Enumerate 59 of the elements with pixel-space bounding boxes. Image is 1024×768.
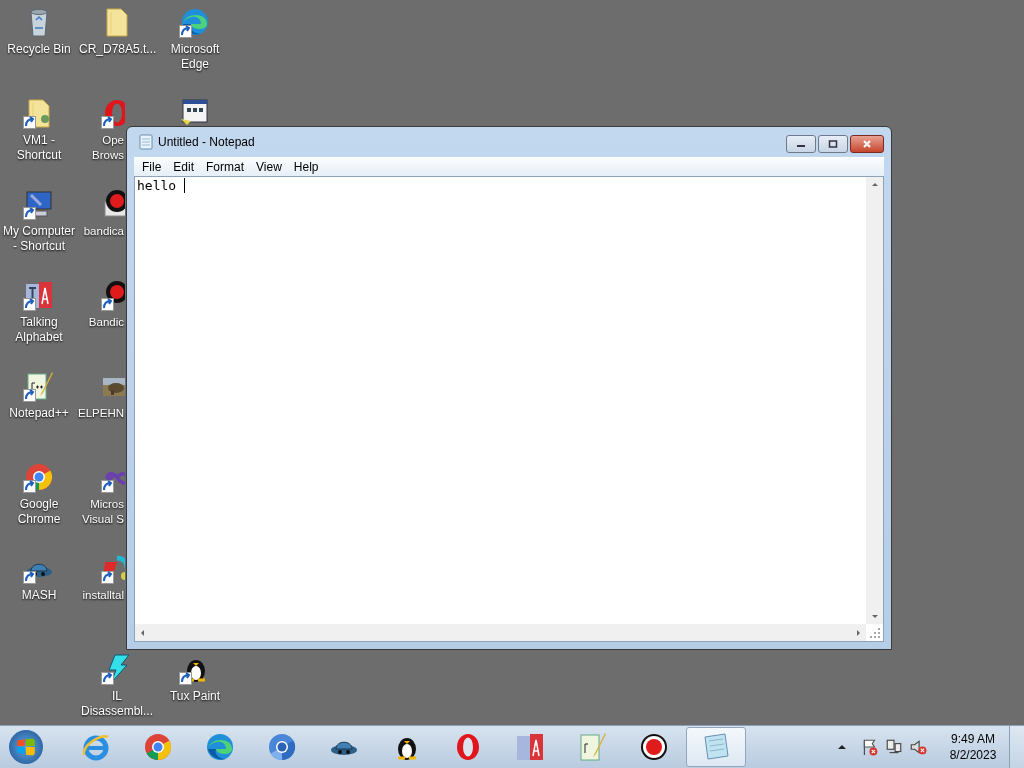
maximize-button[interactable] [818, 135, 848, 153]
horizontal-scrollbar[interactable] [135, 624, 866, 641]
close-icon [862, 140, 872, 148]
record-icon [638, 731, 670, 763]
computer-icon[interactable] [23, 188, 55, 220]
program-window-icon[interactable] [179, 97, 211, 125]
scroll-down-icon[interactable] [870, 614, 879, 620]
lightning-icon[interactable] [101, 653, 133, 685]
icon-label: installtal [81, 588, 124, 603]
window-title: Untitled - Notepad [158, 135, 255, 149]
minimize-button[interactable] [786, 135, 816, 153]
icon-label: bandica [82, 224, 124, 239]
resize-grip-icon[interactable] [869, 627, 881, 639]
notepad-pen-icon[interactable] [23, 370, 55, 402]
chromium-icon [266, 731, 298, 763]
icon-label: Microsoft Edge [169, 42, 221, 72]
menu-item[interactable]: Edit [167, 159, 201, 174]
icon-label: MASH [20, 588, 58, 603]
icon-label: Notepad++ [8, 406, 70, 421]
scroll-left-icon[interactable] [139, 628, 145, 637]
scroll-right-icon[interactable] [856, 628, 862, 637]
edge-icon[interactable] [179, 6, 211, 38]
chrome-icon [142, 731, 174, 763]
menu-item[interactable]: Format [200, 159, 251, 174]
icon-label: Google Chrome [16, 497, 62, 527]
icon-label: Micros Visual S [81, 497, 124, 527]
vertical-scrollbar[interactable] [866, 177, 883, 624]
edge-icon [204, 731, 236, 763]
maximize-icon [828, 140, 838, 148]
show-hidden-icons-icon[interactable] [837, 743, 847, 751]
letter-a-icon[interactable] [23, 279, 55, 311]
icon-label: VM1 - Shortcut [15, 133, 63, 163]
text-area[interactable]: hello [134, 176, 884, 642]
speaker-muted-icon[interactable] [909, 738, 927, 756]
icon-label: Ope Brows [91, 133, 124, 163]
network-icon[interactable] [885, 738, 903, 756]
notepad-icon [138, 134, 154, 150]
text-caret [183, 178, 185, 193]
icon-label: ELPEHN [78, 406, 124, 421]
icon-label: My Computer - Shortcut [2, 224, 76, 254]
icon-label: CR_D78A5.t... [79, 42, 155, 57]
icon-label: IL Disassembl... [80, 689, 154, 719]
document-text: hello [137, 178, 178, 194]
icon-label: Bandic [87, 315, 124, 330]
opera-icon[interactable] [101, 97, 125, 129]
letter-a-icon [514, 731, 546, 763]
close-button[interactable] [850, 135, 884, 153]
scroll-up-icon[interactable] [870, 181, 879, 187]
windows-logo-icon [9, 730, 43, 764]
chrome-icon[interactable] [23, 461, 55, 493]
menu-item[interactable]: File [136, 159, 168, 174]
flag-error-icon[interactable] [861, 738, 879, 756]
clock-time[interactable]: 9:49 AM [951, 731, 995, 747]
menu-item[interactable]: Help [287, 159, 325, 174]
menu-item[interactable]: View [250, 159, 288, 174]
icon-label: Talking Alphabet [14, 315, 64, 345]
icon-label: Tux Paint [168, 689, 222, 704]
icon-label: Recycle Bin [6, 42, 72, 57]
clock-date[interactable]: 8/2/2023 [949, 747, 997, 763]
